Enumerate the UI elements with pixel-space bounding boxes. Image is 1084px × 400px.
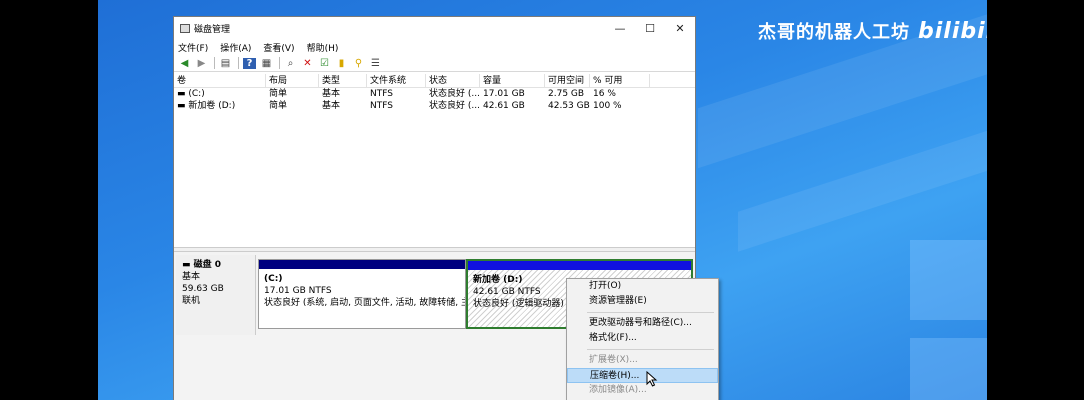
partition-bar <box>259 260 465 269</box>
table-row[interactable]: ▬ 新加卷 (D:) 简单 基本 NTFS 状态良好 (... 42.61 GB… <box>174 100 695 112</box>
table-cell: NTFS <box>370 101 393 111</box>
menu-item-extend-volume: 扩展卷(X)... <box>589 355 638 365</box>
view-icon[interactable]: ▦ <box>260 58 273 69</box>
menu-file[interactable]: 文件(F) <box>178 41 208 54</box>
watermark-text: 杰哥的机器人工坊 <box>758 22 910 43</box>
check-icon[interactable]: ☑ <box>318 58 331 69</box>
list-icon[interactable]: ☰ <box>369 58 382 69</box>
disk-name: 磁盘 0 <box>193 260 222 270</box>
maximize-button[interactable]: ☐ <box>635 22 665 35</box>
bilibili-logo: bilibili <box>918 19 987 44</box>
watermark: 杰哥的机器人工坊 bilibili <box>758 18 987 44</box>
toolbar-separator <box>279 57 280 69</box>
search-icon[interactable]: ⚲ <box>352 58 365 69</box>
table-cell: 42.53 GB <box>548 101 590 111</box>
context-menu: 打开(O) 资源管理器(E) 更改驱动器号和路径(C)... 格式化(F)...… <box>566 278 719 400</box>
toolbar-separator <box>214 57 215 69</box>
menu-item-shrink-volume[interactable]: 压缩卷(H)... <box>567 368 718 383</box>
new-icon[interactable]: ▮ <box>335 58 348 69</box>
volume-name: ▬ (C:) <box>174 88 266 100</box>
column-header[interactable]: 文件系统 <box>367 74 426 87</box>
close-button[interactable]: ✕ <box>665 22 695 35</box>
disk-info-panel[interactable]: ▬ 磁盘 0 基本 59.63 GB 联机 <box>176 255 256 335</box>
volume-name-text: 新加卷 (D:) <box>188 101 236 111</box>
mouse-cursor-icon <box>646 371 658 387</box>
column-header[interactable]: 卷 <box>174 74 266 87</box>
table-cell: 简单 <box>269 101 288 111</box>
disk-type: 基本 <box>182 272 201 282</box>
column-header[interactable]: 状态 <box>426 74 480 87</box>
table-row[interactable]: ▬ (C:) 简单 基本 NTFS 状态良好 (... 17.01 GB 2.7… <box>174 88 695 100</box>
menu-item-open[interactable]: 打开(O) <box>567 279 718 294</box>
minimize-button[interactable]: — <box>605 22 635 35</box>
partition-c[interactable]: (C:) 17.01 GB NTFS 状态良好 (系统, 启动, 页面文件, 活… <box>258 259 466 329</box>
disk-size: 59.63 GB <box>182 284 224 294</box>
delete-icon[interactable]: ✕ <box>301 58 314 69</box>
menu-bar: 文件(F) 操作(A) 查看(V) 帮助(H) <box>174 39 695 55</box>
windows-logo-pane <box>910 338 987 400</box>
column-header[interactable]: 容量 <box>480 74 545 87</box>
partition-name: (C:) <box>264 274 283 284</box>
disk-icon: ▬ <box>182 260 194 270</box>
column-header[interactable]: 类型 <box>319 74 367 87</box>
column-header[interactable]: 可用空间 <box>545 74 590 87</box>
table-cell: 42.61 GB <box>483 101 525 111</box>
forward-icon[interactable]: ▶ <box>195 58 208 69</box>
table-cell: NTFS <box>370 89 393 99</box>
table-cell: 状态良好 (... <box>429 101 480 111</box>
menu-action[interactable]: 操作(A) <box>220 41 251 54</box>
windows-logo-pane <box>910 240 987 320</box>
volume-list-header: 卷 布局 类型 文件系统 状态 容量 可用空间 % 可用 <box>174 74 695 88</box>
help-icon[interactable]: ? <box>243 57 256 69</box>
menu-item-format[interactable]: 格式化(F)... <box>567 331 718 346</box>
table-cell: 基本 <box>322 101 341 111</box>
properties-icon[interactable]: ▤ <box>219 58 232 69</box>
window-title: 磁盘管理 <box>194 24 231 35</box>
disk-management-icon <box>180 23 190 33</box>
table-cell: 17.01 GB <box>483 89 525 99</box>
volume-list: 卷 布局 类型 文件系统 状态 容量 可用空间 % 可用 ▬ (C:) 简单 基… <box>174 74 695 264</box>
menu-item-add-mirror: 添加镜像(A)... <box>589 385 647 395</box>
partition-status: 状态良好 (系统, 启动, 页面文件, 活动, 故障转储, 主分 <box>264 298 465 308</box>
back-icon[interactable]: ◀ <box>178 58 191 69</box>
table-cell: 100 % <box>593 101 622 111</box>
menu-separator <box>587 312 714 313</box>
connect-icon[interactable]: ⌕ <box>284 58 297 69</box>
drive-icon: ▬ <box>177 89 189 99</box>
title-bar[interactable]: 磁盘管理 — ☐ ✕ <box>174 17 695 39</box>
menu-separator <box>587 349 714 350</box>
table-cell: 基本 <box>322 89 341 99</box>
table-cell: 16 % <box>593 89 616 99</box>
toolbar-separator <box>238 57 239 69</box>
drive-icon: ▬ <box>177 101 189 111</box>
column-header[interactable]: 布局 <box>266 74 319 87</box>
menu-item-explorer[interactable]: 资源管理器(E) <box>567 294 718 309</box>
disk-status: 联机 <box>182 296 201 306</box>
toolbar: ◀ ▶ ▤ ? ▦ ⌕ ✕ ☑ ▮ ⚲ ☰ <box>174 55 695 72</box>
partition-size: 17.01 GB NTFS <box>264 286 332 296</box>
partition-bar <box>468 261 691 270</box>
volume-name-text: (C:) <box>188 89 205 99</box>
menu-view[interactable]: 查看(V) <box>263 41 294 54</box>
table-cell: 2.75 GB <box>548 89 585 99</box>
menu-help[interactable]: 帮助(H) <box>307 41 339 54</box>
volume-name: ▬ 新加卷 (D:) <box>174 100 266 112</box>
menu-item-change-drive-letter[interactable]: 更改驱动器号和路径(C)... <box>567 316 718 331</box>
table-cell: 状态良好 (... <box>429 89 480 99</box>
column-header[interactable]: % 可用 <box>590 74 650 87</box>
table-cell: 简单 <box>269 89 288 99</box>
